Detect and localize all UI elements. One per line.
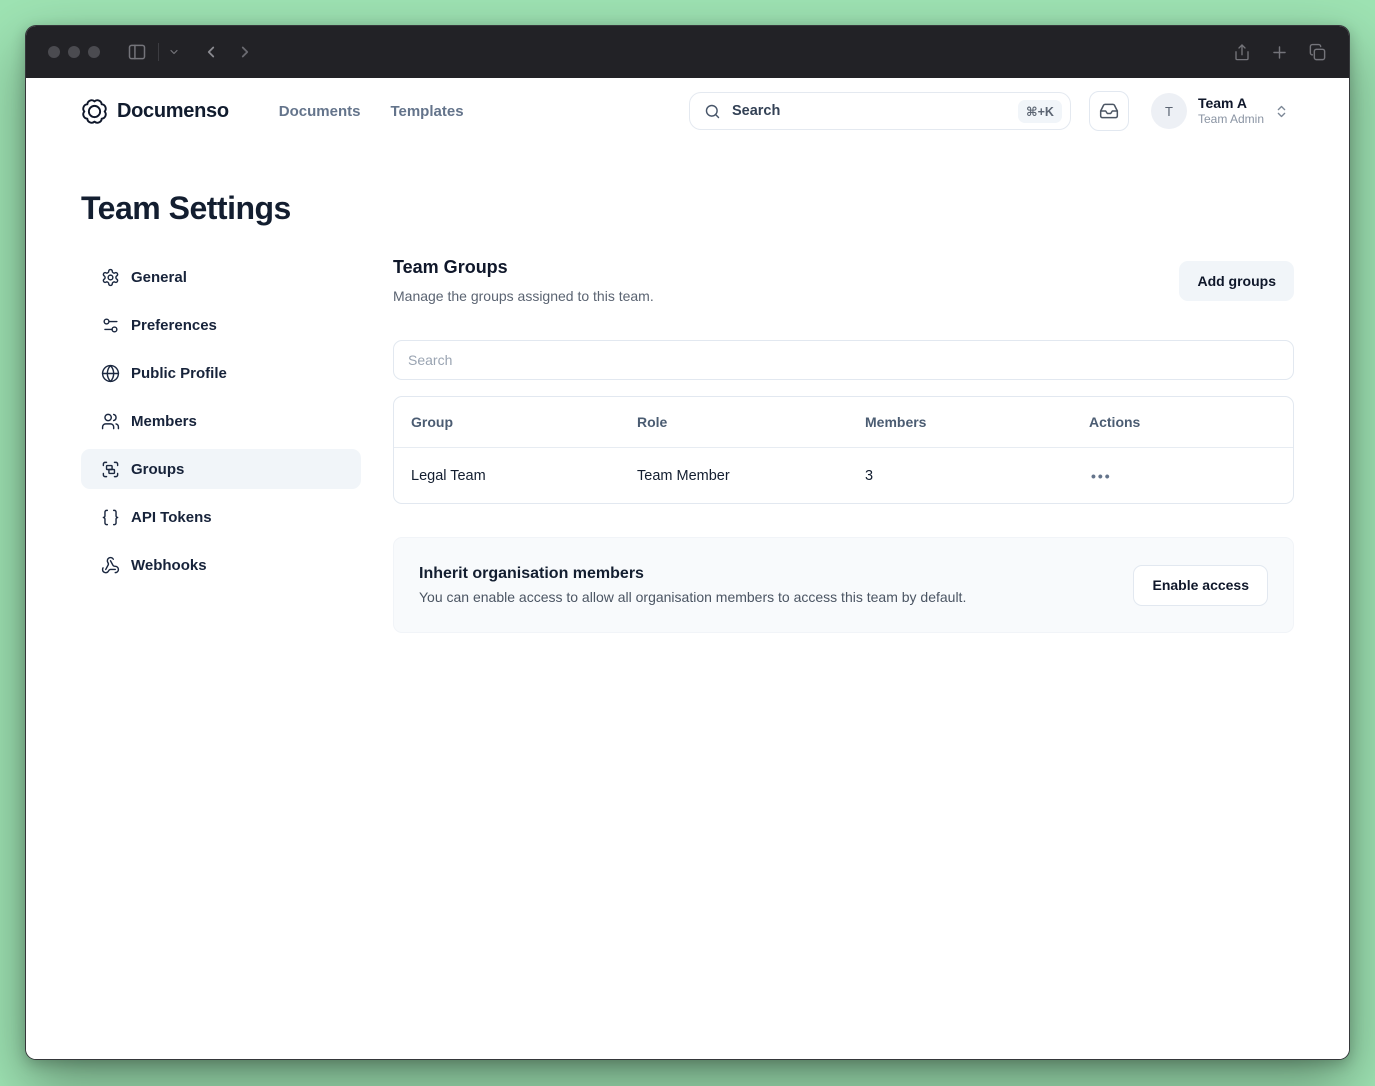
nav-templates[interactable]: Templates — [390, 103, 463, 120]
close-window-button[interactable] — [48, 46, 60, 58]
brand-name: Documenso — [117, 99, 229, 122]
sidebar-item-label: Groups — [131, 460, 185, 478]
column-header-role: Role — [637, 414, 668, 430]
inherit-title: Inherit organisation members — [419, 565, 644, 582]
users-icon — [101, 412, 120, 431]
sidebar-item-label: Public Profile — [131, 364, 227, 382]
sidebar-item-label: General — [131, 268, 187, 286]
traffic-lights — [48, 46, 100, 58]
documenso-logo-icon — [81, 98, 108, 125]
gear-icon — [101, 268, 120, 287]
inbox-button[interactable] — [1088, 91, 1129, 131]
browser-window: Documenso Documents Templates Search ⌘+K — [25, 25, 1350, 1060]
sidebar-item-label: Webhooks — [131, 556, 207, 574]
groups-table: Group Role Members Actions Legal Team Te… — [393, 396, 1294, 504]
titlebar — [26, 26, 1349, 78]
sidebar-item-label: Members — [131, 412, 197, 430]
app-header: Documenso Documents Templates Search ⌘+K — [26, 78, 1349, 144]
sidebar-item-public-profile[interactable]: Public Profile — [81, 353, 361, 393]
search-shortcut-badge: ⌘+K — [1018, 99, 1062, 123]
sidebar-item-groups[interactable]: Groups — [81, 449, 361, 489]
column-header-group: Group — [411, 414, 453, 430]
team-switcher[interactable]: T Team A Team Admin — [1150, 93, 1289, 129]
inbox-icon — [1099, 101, 1119, 121]
account-role: Team Admin — [1197, 112, 1264, 127]
braces-icon — [101, 508, 120, 527]
sidebar-item-general[interactable]: General — [81, 257, 361, 297]
inherit-members-card: Inherit organisation members You can ena… — [393, 537, 1294, 633]
section-title: Team Groups — [393, 257, 508, 277]
group-icon — [101, 460, 120, 479]
titlebar-divider — [158, 43, 159, 61]
settings-sidebar: General Preferences Public Profile Membe… — [81, 257, 361, 593]
row-actions-ellipsis-button[interactable]: ••• — [1089, 465, 1114, 487]
sidebar-chevron-down-icon[interactable] — [168, 46, 180, 58]
sidebar-item-label: Preferences — [131, 316, 217, 334]
add-groups-button[interactable]: Add groups — [1179, 261, 1294, 301]
webhook-icon — [101, 556, 120, 575]
account-team-name: Team A — [1197, 95, 1247, 112]
team-groups-panel: Team Groups Manage the groups assigned t… — [393, 257, 1294, 633]
share-icon[interactable] — [1233, 43, 1251, 62]
table-header-row: Group Role Members Actions — [394, 397, 1293, 447]
avatar: T — [1150, 93, 1187, 129]
minimize-window-button[interactable] — [68, 46, 80, 58]
column-header-actions: Actions — [1089, 414, 1141, 430]
global-search-button[interactable]: Search ⌘+K — [688, 92, 1071, 130]
sidebar-item-preferences[interactable]: Preferences — [81, 305, 361, 345]
search-icon — [704, 103, 721, 120]
new-tab-icon[interactable] — [1270, 43, 1289, 62]
cell-group-name: Legal Team — [411, 467, 486, 484]
page-title: Team Settings — [81, 190, 291, 226]
sidebar-item-webhooks[interactable]: Webhooks — [81, 545, 361, 585]
sidebar-item-members[interactable]: Members — [81, 401, 361, 441]
chevrons-up-down-icon — [1274, 104, 1289, 119]
table-row: Legal Team Team Member 3 ••• — [394, 447, 1293, 503]
cell-role: Team Member — [637, 467, 730, 484]
main-content: Team Settings General Preferences Public… — [26, 144, 1349, 1059]
zoom-window-button[interactable] — [88, 46, 100, 58]
inherit-description: You can enable access to allow all organ… — [419, 589, 967, 605]
tab-overview-icon[interactable] — [1308, 43, 1327, 62]
nav-documents[interactable]: Documents — [279, 103, 361, 120]
top-nav: Documents Templates — [279, 103, 464, 120]
section-subtitle: Manage the groups assigned to this team. — [393, 288, 654, 304]
column-header-members: Members — [865, 414, 927, 430]
enable-access-button[interactable]: Enable access — [1133, 564, 1268, 606]
sidebar-item-api-tokens[interactable]: API Tokens — [81, 497, 361, 537]
back-button[interactable] — [202, 43, 220, 61]
sliders-icon — [101, 316, 120, 335]
globe-icon — [101, 364, 120, 383]
search-label: Search — [731, 103, 781, 119]
toggle-sidebar-icon[interactable] — [127, 42, 147, 62]
brand[interactable]: Documenso — [81, 98, 229, 125]
forward-button[interactable] — [236, 43, 254, 61]
groups-search-input[interactable] — [393, 340, 1294, 380]
sidebar-item-label: API Tokens — [131, 508, 212, 526]
cell-members-count: 3 — [865, 467, 874, 484]
